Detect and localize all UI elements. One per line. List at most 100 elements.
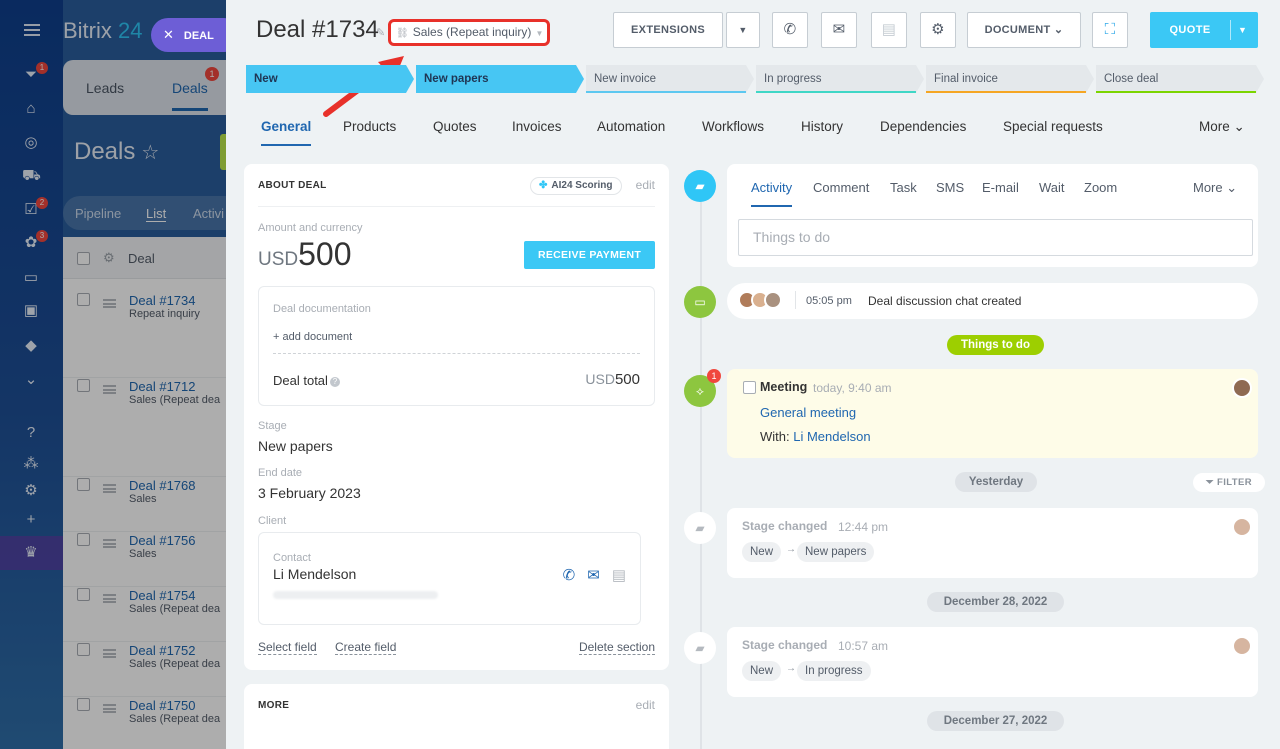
help-icon[interactable]: ? [329, 376, 340, 387]
crown-icon[interactable]: ♛ [22, 544, 40, 562]
row-checkbox[interactable] [77, 478, 90, 491]
category-selector[interactable]: ⛓ Sales (Repeat inquiry) ▼ [388, 19, 550, 46]
table-row[interactable]: Deal #1756 Sales [63, 533, 233, 587]
tab-automation[interactable]: Automation [597, 119, 665, 134]
receive-payment-button[interactable]: RECEIVE PAYMENT [524, 241, 655, 269]
settings-icon[interactable]: ⚙ [22, 482, 40, 500]
help-icon[interactable]: ? [22, 424, 40, 442]
stage-in-progress[interactable]: In progress [756, 65, 924, 93]
create-field-link[interactable]: Create field [335, 640, 397, 655]
deal-link[interactable]: Deal #1768 [129, 478, 196, 493]
tab-workflows[interactable]: Workflows [702, 119, 764, 134]
tab-history[interactable]: History [801, 119, 843, 134]
drag-handle-icon[interactable] [103, 539, 116, 548]
contact-card-icon[interactable]: ▭ [22, 269, 40, 287]
tab-dependencies[interactable]: Dependencies [880, 119, 966, 134]
deal-link[interactable]: Deal #1734 [129, 293, 196, 308]
things-to-do-input[interactable]: Things to do [738, 219, 1253, 256]
drag-handle-icon[interactable] [103, 704, 116, 713]
drag-handle-icon[interactable] [103, 385, 116, 394]
meeting-contact-link[interactable]: Li Mendelson [793, 429, 870, 444]
ai-scoring-button[interactable]: ✤ AI24 Scoring [530, 177, 622, 195]
stage-final-invoice[interactable]: Final invoice [926, 65, 1094, 93]
cart-icon[interactable]: ⛟ [22, 167, 41, 185]
view-activities[interactable]: Activi [193, 206, 224, 221]
box-icon[interactable]: ◆ [22, 337, 40, 355]
row-checkbox[interactable] [77, 698, 90, 711]
drag-handle-icon[interactable] [103, 594, 116, 603]
quote-button[interactable]: QUOTE ▼ [1150, 12, 1258, 48]
table-row[interactable]: Deal #1752 Sales (Repeat dea [63, 643, 233, 697]
tab-more[interactable]: More ⌄ [1199, 119, 1245, 135]
view-pipeline[interactable]: Pipeline [75, 206, 121, 221]
pencil-icon[interactable]: ✎ [376, 26, 385, 39]
tab-task[interactable]: Task [890, 180, 917, 195]
table-row[interactable]: Deal #1734 Repeat inquiry [63, 293, 233, 378]
tab-zoom[interactable]: Zoom [1084, 180, 1117, 195]
row-checkbox[interactable] [77, 533, 90, 546]
envelope-icon[interactable]: ✉ [587, 567, 600, 584]
table-row[interactable]: Deal #1768 Sales [63, 478, 233, 532]
robot-icon[interactable]: ▣ [22, 302, 40, 320]
tab-email[interactable]: E-mail [982, 180, 1019, 195]
table-row[interactable]: Deal #1750 Sales (Repeat dea [63, 698, 233, 749]
tab-wait[interactable]: Wait [1039, 180, 1065, 195]
tab-special-requests[interactable]: Special requests [1003, 119, 1103, 134]
filter-button[interactable]: ⏷ FILTER [1193, 473, 1265, 492]
edit-link[interactable]: edit [636, 698, 655, 712]
deal-link[interactable]: Deal #1750 [129, 698, 196, 713]
tab-quotes[interactable]: Quotes [433, 119, 477, 134]
chat-icon[interactable]: ▤ [612, 567, 626, 584]
meeting-checkbox[interactable] [743, 381, 756, 394]
deal-link[interactable]: Deal #1754 [129, 588, 196, 603]
delete-section-link[interactable]: Delete section [578, 640, 655, 655]
contact-name[interactable]: Li Mendelson [273, 566, 356, 582]
tab-leads[interactable]: Leads [86, 80, 124, 96]
stage-close-deal[interactable]: Close deal [1096, 65, 1264, 93]
tab-deals[interactable]: Deals [172, 80, 208, 111]
chevron-down-icon[interactable]: ▼ [1238, 12, 1247, 48]
target-icon[interactable]: ◎ [22, 134, 40, 152]
plus-icon[interactable]: + [22, 511, 40, 529]
extensions-dropdown-button[interactable]: ▼ [726, 12, 760, 48]
row-checkbox[interactable] [77, 293, 90, 306]
chat-button[interactable]: ▤ [871, 12, 907, 48]
table-row[interactable]: Deal #1754 Sales (Repeat dea [63, 588, 233, 642]
row-checkbox[interactable] [77, 588, 90, 601]
tab-sms[interactable]: SMS [936, 180, 964, 195]
phone-icon[interactable]: ✆ [563, 567, 576, 584]
drag-handle-icon[interactable] [103, 484, 116, 493]
scan-button[interactable]: ⛶ [1092, 12, 1128, 48]
email-button[interactable]: ✉ [821, 12, 857, 48]
extensions-button[interactable]: EXTENSIONS [613, 12, 723, 48]
stage-new[interactable]: New [246, 65, 414, 93]
deal-link[interactable]: Deal #1712 [129, 379, 196, 394]
tab-general[interactable]: General [261, 119, 312, 146]
view-list[interactable]: List [146, 206, 167, 222]
meeting-subject-link[interactable]: General meeting [760, 405, 856, 420]
drag-handle-icon[interactable] [103, 649, 116, 658]
tab-comment[interactable]: Comment [813, 180, 869, 195]
deal-link[interactable]: Deal #1752 [129, 643, 196, 658]
select-field-link[interactable]: Select field [258, 640, 317, 655]
stage-new-invoice[interactable]: New invoice [586, 65, 754, 93]
stage-new-papers[interactable]: New papers [416, 65, 584, 93]
structure-icon[interactable]: ⁂ [22, 455, 40, 473]
tab-invoices[interactable]: Invoices [512, 119, 562, 134]
document-button[interactable]: DOCUMENT ⌄ [967, 12, 1081, 48]
chevron-circle-icon[interactable]: ⌄ [22, 371, 40, 389]
close-icon[interactable]: ✕ [163, 27, 174, 42]
edit-link[interactable]: edit [636, 178, 655, 192]
select-all-checkbox[interactable] [77, 252, 90, 265]
deal-link[interactable]: Deal #1756 [129, 533, 196, 548]
bank-icon[interactable]: ⌂ [22, 100, 40, 118]
drag-handle-icon[interactable] [103, 299, 116, 308]
tab-more[interactable]: More ⌄ [1193, 180, 1237, 196]
tab-products[interactable]: Products [343, 119, 396, 134]
row-checkbox[interactable] [77, 379, 90, 392]
menu-icon[interactable] [24, 24, 40, 36]
call-button[interactable]: ✆ [772, 12, 808, 48]
add-document-link[interactable]: + add document [273, 331, 352, 343]
tab-activity[interactable]: Activity [751, 180, 793, 207]
gear-icon[interactable]: ⚙ [103, 250, 115, 266]
